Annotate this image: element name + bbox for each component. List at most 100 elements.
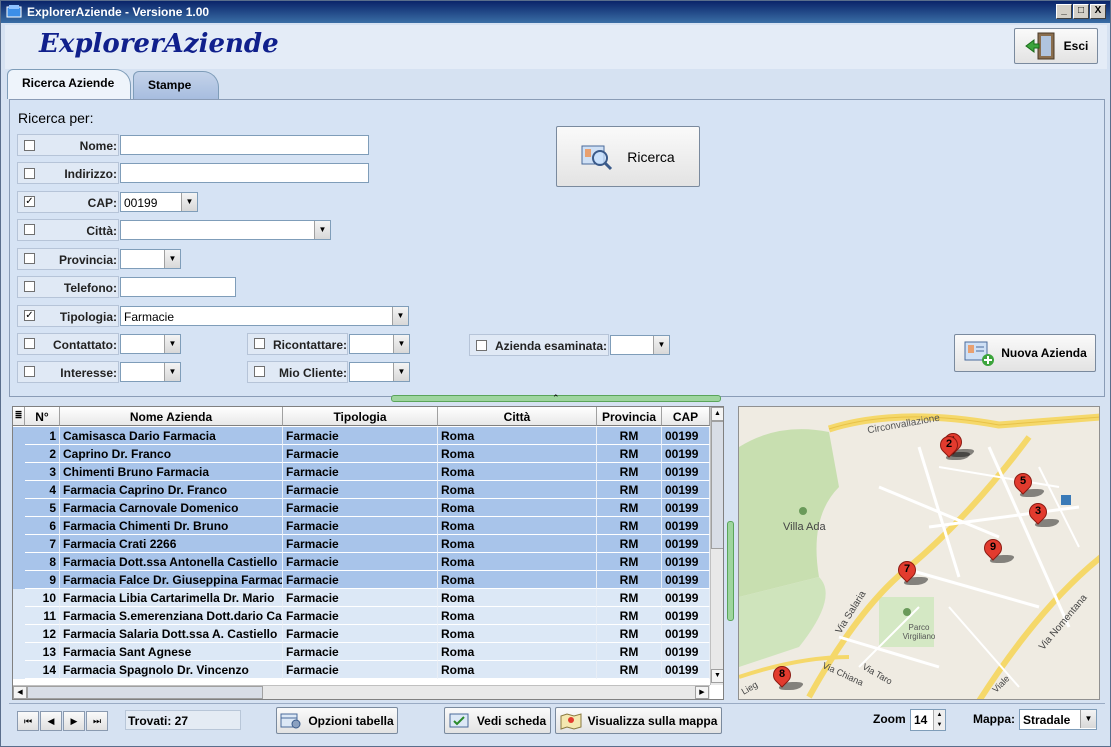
table-row[interactable]: 12 Farmacia Salaria Dott.ssa A. Castiello… bbox=[13, 625, 713, 643]
chevron-down-icon[interactable]: ▼ bbox=[1080, 710, 1096, 728]
cell-tipologia: Farmacie bbox=[283, 571, 438, 589]
table-row[interactable]: 11 Farmacia S.emerenziana Dott.dario Ca Fa… bbox=[13, 607, 713, 625]
table-row[interactable]: 7 Farmacia Crati 2266 Farmacie Roma RM 00199 bbox=[13, 535, 713, 553]
new-company-button[interactable]: Nuova Azienda bbox=[954, 334, 1096, 372]
first-record-icon[interactable]: ⏮ bbox=[17, 711, 39, 731]
prev-record-icon[interactable]: ◀ bbox=[40, 711, 62, 731]
tipologia-checkbox[interactable]: ✓ bbox=[24, 310, 35, 321]
maximize-button[interactable]: □ bbox=[1073, 4, 1089, 19]
next-record-icon[interactable]: ▶ bbox=[63, 711, 85, 731]
table-row[interactable]: 14 Farmacia Spagnolo Dr. Vincenzo Farmacie… bbox=[13, 661, 713, 679]
table-row[interactable]: 13 Farmacia Sant Agnese Farmacie Roma RM 0019… bbox=[13, 643, 713, 661]
chevron-down-icon[interactable]: ▼ bbox=[653, 336, 669, 354]
col-header-citta[interactable]: Città bbox=[438, 407, 597, 426]
cell-citta: Roma bbox=[438, 643, 597, 661]
map-view[interactable]: Circonvallazione Villa Ada Via Salaria V… bbox=[738, 406, 1100, 700]
cell-nome: Farmacia Spagnolo Dr. Vincenzo bbox=[60, 661, 283, 679]
zoom-up-icon[interactable]: ▲ bbox=[933, 710, 945, 720]
col-header-n[interactable]: N° bbox=[25, 407, 60, 426]
search-button[interactable]: Ricerca bbox=[556, 126, 700, 187]
cap-checkbox[interactable]: ✓ bbox=[24, 196, 35, 207]
indirizzo-input[interactable] bbox=[120, 163, 369, 183]
cell-tipologia: Farmacie bbox=[283, 427, 438, 445]
table-row[interactable]: 6 Farmacia Chimenti Dr. Bruno Farmacie Roma… bbox=[13, 517, 713, 535]
cell-nome: Farmacia Falce Dr. Giuseppina Farmac bbox=[60, 571, 283, 589]
scroll-up-icon[interactable]: ▲ bbox=[711, 407, 723, 421]
chevron-down-icon[interactable]: ▼ bbox=[164, 250, 180, 268]
azienda-esaminata-checkbox[interactable] bbox=[476, 340, 487, 351]
telefono-input[interactable] bbox=[120, 277, 236, 297]
cell-cap: 00199 bbox=[662, 445, 710, 463]
hscroll-thumb[interactable] bbox=[27, 686, 263, 699]
chevron-down-icon[interactable]: ▼ bbox=[181, 193, 197, 211]
tipologia-select[interactable]: Farmacie ▼ bbox=[120, 306, 409, 326]
chevron-down-icon[interactable]: ▼ bbox=[314, 221, 330, 239]
tab-stampe[interactable]: Stampe bbox=[133, 71, 219, 99]
zoom-stepper[interactable]: 14 ▲ ▼ bbox=[910, 709, 946, 731]
cell-n: 4 bbox=[25, 481, 60, 499]
table-row[interactable]: 3 Chimenti Bruno Farmacia Farmacie Roma RM 00… bbox=[13, 463, 713, 481]
table-row[interactable]: 8 Farmacia Dott.ssa Antonella Castiello Fa… bbox=[13, 553, 713, 571]
ricontattare-select[interactable]: ▼ bbox=[349, 334, 410, 354]
contattato-select[interactable]: ▼ bbox=[120, 334, 181, 354]
grid-menu-icon[interactable]: ≣ bbox=[13, 407, 25, 426]
table-row[interactable]: 4 Farmacia Caprino Dr. Franco Farmacie Roma… bbox=[13, 481, 713, 499]
chevron-down-icon[interactable]: ▼ bbox=[393, 335, 409, 353]
scroll-left-icon[interactable]: ◀ bbox=[13, 686, 27, 699]
table-options-button[interactable]: Opzioni tabella bbox=[276, 707, 398, 734]
map-type-select[interactable]: Stradale ▼ bbox=[1019, 709, 1097, 730]
table-row[interactable]: 2 Caprino Dr. Franco Farmacie Roma RM 00199 bbox=[13, 445, 713, 463]
mio-cliente-select[interactable]: ▼ bbox=[349, 362, 410, 382]
nome-label: Nome: bbox=[79, 139, 117, 153]
indirizzo-checkbox[interactable] bbox=[24, 168, 35, 179]
cell-citta: Roma bbox=[438, 535, 597, 553]
provincia-checkbox[interactable] bbox=[24, 253, 35, 264]
tipologia-value: Farmacie bbox=[124, 310, 175, 324]
col-header-cap[interactable]: CAP bbox=[662, 407, 710, 426]
vertical-scrollbar[interactable]: ▲ ▼ bbox=[710, 407, 723, 685]
chevron-down-icon[interactable]: ▼ bbox=[392, 307, 408, 325]
telefono-checkbox[interactable] bbox=[24, 281, 35, 292]
view-card-button[interactable]: Vedi scheda bbox=[444, 707, 551, 734]
chevron-down-icon[interactable]: ▼ bbox=[393, 363, 409, 381]
minimize-button[interactable]: _ bbox=[1056, 4, 1072, 19]
nome-checkbox[interactable] bbox=[24, 140, 35, 151]
table-row[interactable]: 5 Farmacia Carnovale Domenico Farmacie Roma… bbox=[13, 499, 713, 517]
azienda-esaminata-select[interactable]: ▼ bbox=[610, 335, 670, 355]
citta-select[interactable]: ▼ bbox=[120, 220, 331, 240]
col-header-tipologia[interactable]: Tipologia bbox=[283, 407, 438, 426]
cell-provincia: RM bbox=[597, 607, 662, 625]
last-record-icon[interactable]: ⏭ bbox=[86, 711, 108, 731]
mio-cliente-checkbox[interactable] bbox=[254, 366, 265, 377]
exit-button[interactable]: Esci bbox=[1014, 28, 1098, 64]
citta-checkbox[interactable] bbox=[24, 224, 35, 235]
table-row[interactable]: 9 Farmacia Falce Dr. Giuseppina Farmac Far… bbox=[13, 571, 713, 589]
scroll-thumb[interactable] bbox=[711, 421, 723, 549]
tab-ricerca-aziende[interactable]: Ricerca Aziende bbox=[7, 69, 131, 99]
zoom-value: 14 bbox=[914, 713, 928, 727]
chevron-down-icon[interactable]: ▼ bbox=[164, 363, 180, 381]
nome-input[interactable] bbox=[120, 135, 369, 155]
close-button[interactable]: X bbox=[1090, 4, 1106, 19]
col-header-provincia[interactable]: Provincia bbox=[597, 407, 662, 426]
cell-n: 6 bbox=[25, 517, 60, 535]
cap-select[interactable]: 00199 ▼ bbox=[120, 192, 198, 212]
chevron-up-icon[interactable]: ⌃ bbox=[552, 393, 560, 404]
window-title: ExplorerAziende - Versione 1.00 bbox=[27, 5, 210, 19]
horizontal-scrollbar[interactable]: ◀ ▶ bbox=[13, 685, 710, 699]
contattato-checkbox[interactable] bbox=[24, 338, 35, 349]
scroll-right-icon[interactable]: ▶ bbox=[695, 686, 709, 699]
provincia-select[interactable]: ▼ bbox=[120, 249, 181, 269]
view-map-button[interactable]: Visualizza sulla mappa bbox=[555, 707, 722, 734]
map-splitter-handle[interactable] bbox=[727, 521, 734, 621]
col-header-nome[interactable]: Nome Azienda bbox=[60, 407, 283, 426]
map-type-label: Mappa: bbox=[973, 712, 1015, 726]
chevron-down-icon[interactable]: ▼ bbox=[164, 335, 180, 353]
scroll-down-icon[interactable]: ▼ bbox=[711, 669, 723, 683]
zoom-down-icon[interactable]: ▼ bbox=[933, 720, 945, 730]
table-row[interactable]: 1 Camisasca Dario Farmacia Farmacie Roma RM 0… bbox=[13, 427, 713, 445]
interesse-checkbox[interactable] bbox=[24, 366, 35, 377]
ricontattare-checkbox[interactable] bbox=[254, 338, 265, 349]
table-row[interactable]: 10 Farmacia Libia Cartarimella Dr. Mario F… bbox=[13, 589, 713, 607]
interesse-select[interactable]: ▼ bbox=[120, 362, 181, 382]
